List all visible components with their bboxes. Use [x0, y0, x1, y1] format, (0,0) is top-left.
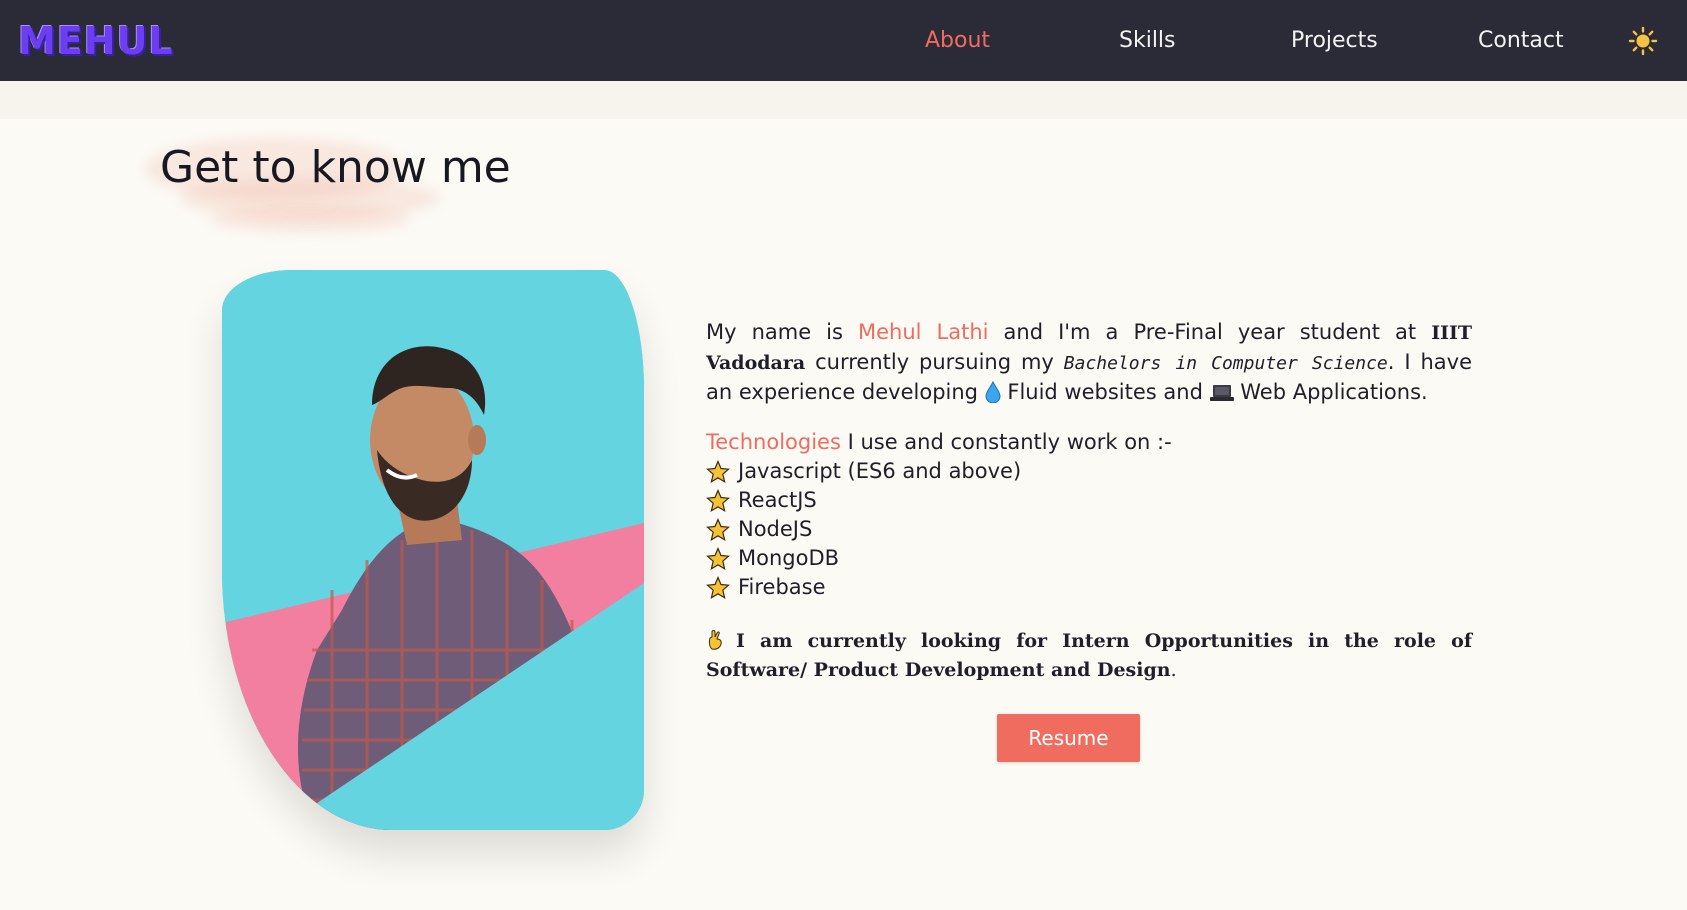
star-icon [706, 488, 730, 512]
list-item: ReactJS [706, 486, 1472, 515]
technologies-intro-text: I use and constantly work on :- [840, 430, 1172, 454]
list-item: NodeJS [706, 515, 1472, 544]
opportunity-statement: I am currently looking for Intern Opport… [706, 627, 1472, 685]
intro-text: My name is [706, 320, 858, 344]
star-icon [706, 517, 730, 541]
technologies-intro: Technologies I use and constantly work o… [706, 428, 1472, 457]
nav-link-projects[interactable]: Projects [1291, 26, 1378, 56]
intro-text: currently pursuing my [805, 350, 1064, 374]
degree-name: Bachelors in Computer Science [1063, 353, 1388, 374]
list-item: MongoDB [706, 544, 1472, 573]
theme-toggle-button[interactable] [1628, 26, 1658, 56]
crossed-fingers-icon [708, 630, 722, 650]
intro-text: Web Applications. [1233, 380, 1428, 404]
technology-label: ReactJS [738, 488, 817, 512]
technologies-heading: Technologies [706, 430, 841, 454]
section-band [0, 81, 1687, 119]
nav-link-contact[interactable]: Contact [1478, 26, 1564, 56]
list-item: Javascript (ES6 and above) [706, 457, 1472, 486]
sun-icon [1628, 26, 1658, 56]
profile-photo [222, 270, 644, 830]
technology-label: Firebase [738, 575, 826, 599]
laptop-icon [1209, 385, 1234, 401]
list-item: Firebase [706, 573, 1472, 602]
nav-link-about[interactable]: About [925, 26, 990, 56]
opportunity-text: I am currently looking for Intern Opport… [706, 630, 1472, 681]
star-icon [706, 546, 730, 570]
technologies-list: Javascript (ES6 and above) ReactJS NodeJ… [706, 457, 1472, 602]
logo[interactable]: MEHUL [18, 18, 174, 64]
star-icon [706, 575, 730, 599]
water-drop-icon [985, 381, 1001, 403]
name-highlight: Mehul Lathi [858, 320, 989, 344]
technology-label: MongoDB [738, 546, 840, 570]
intro-paragraph: My name is Mehul Lathi and I'm a Pre-Fin… [706, 318, 1472, 407]
intro-text: Fluid websites and [1000, 380, 1210, 404]
intro-text: and I'm a Pre-Final year student at [988, 320, 1432, 344]
nav-link-skills[interactable]: Skills [1119, 26, 1176, 56]
technology-label: Javascript (ES6 and above) [738, 459, 1022, 483]
technology-label: NodeJS [738, 517, 813, 541]
opportunity-period: . [1170, 659, 1177, 681]
page-title: Get to know me [160, 142, 511, 193]
navbar: MEHUL About Skills Projects Contact [0, 0, 1687, 81]
star-icon [706, 459, 730, 483]
about-content: My name is Mehul Lathi and I'm a Pre-Fin… [706, 318, 1472, 704]
resume-button[interactable]: Resume [997, 714, 1140, 762]
